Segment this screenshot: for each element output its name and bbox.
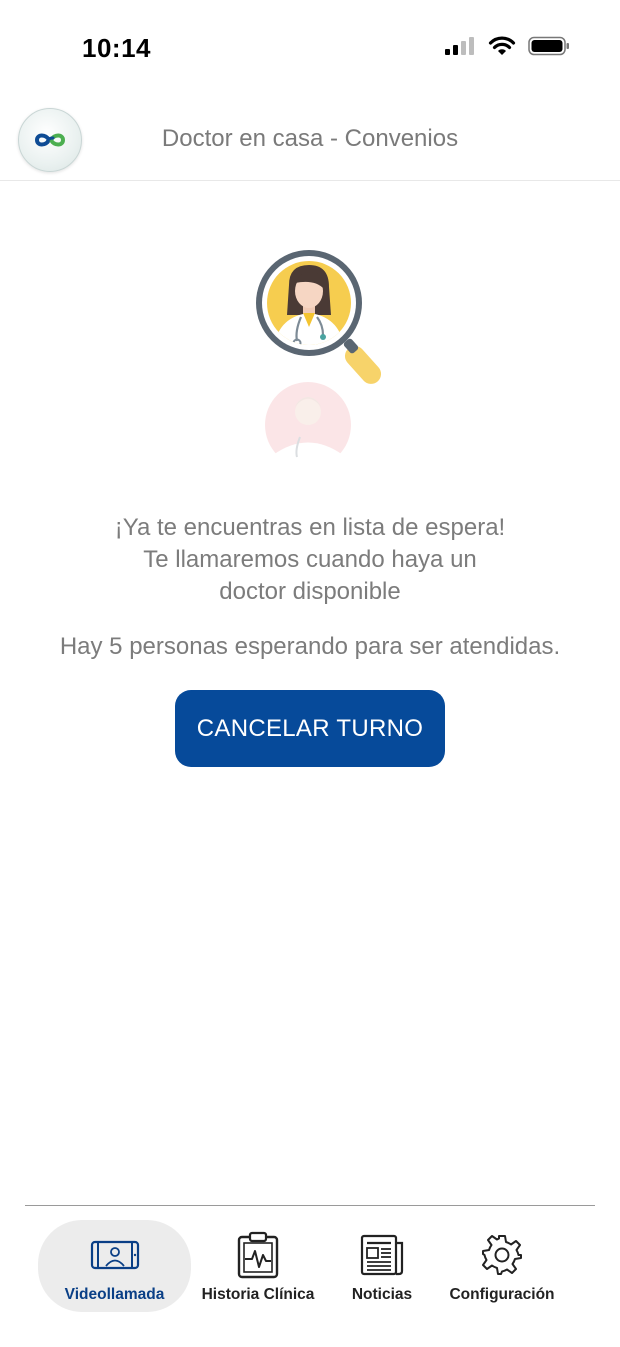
queue-info: Hay 5 personas esperando para ser atendi… xyxy=(59,633,561,660)
cellular-signal-icon xyxy=(445,37,474,55)
status-icons xyxy=(444,36,570,56)
nav-item-configuracion[interactable]: Configuración xyxy=(444,1220,560,1312)
battery-icon xyxy=(528,36,569,56)
status-time: 10:14 xyxy=(82,33,151,63)
nav-label-configuracion: Configuración xyxy=(449,1286,555,1303)
waiting-message-line-2: Te llamaremos cuando haya un xyxy=(143,546,477,573)
waiting-message-line-3: doctor disponible xyxy=(219,578,401,605)
nav-item-noticias[interactable]: Noticias xyxy=(342,1220,422,1312)
bottom-nav: Videollamada Historia Clínica Noticias C… xyxy=(0,1220,620,1320)
clipboard-ecg-icon xyxy=(237,1231,279,1279)
waiting-message: ¡Ya te encuentras en lista de espera! Te… xyxy=(0,512,620,608)
nav-label-historia-clinica: Historia Clínica xyxy=(201,1286,315,1303)
video-call-doctor-icon xyxy=(90,1240,139,1270)
gear-icon xyxy=(482,1235,522,1275)
page-title: Doctor en casa - Convenios xyxy=(161,125,459,152)
nav-item-historia-clinica[interactable]: Historia Clínica xyxy=(196,1220,320,1312)
newspaper-icon xyxy=(360,1234,404,1276)
nav-item-videollamada[interactable]: Videollamada xyxy=(38,1220,191,1312)
nav-label-noticias: Noticias xyxy=(351,1286,413,1303)
app-header: Doctor en casa - Convenios xyxy=(0,100,620,181)
magnifier-handle xyxy=(343,338,382,384)
nav-label-videollamada: Videollamada xyxy=(64,1286,165,1303)
faded-doctor-icon xyxy=(265,382,351,470)
doctor-search-illustration xyxy=(256,250,382,470)
status-bar: 10:14 xyxy=(0,0,620,100)
wifi-icon xyxy=(488,36,516,55)
waiting-message-line-1: ¡Ya te encuentras en lista de espera! xyxy=(114,514,506,541)
nav-divider xyxy=(25,1205,595,1206)
cancel-turn-button[interactable]: CANCELAR TURNO xyxy=(175,690,445,767)
